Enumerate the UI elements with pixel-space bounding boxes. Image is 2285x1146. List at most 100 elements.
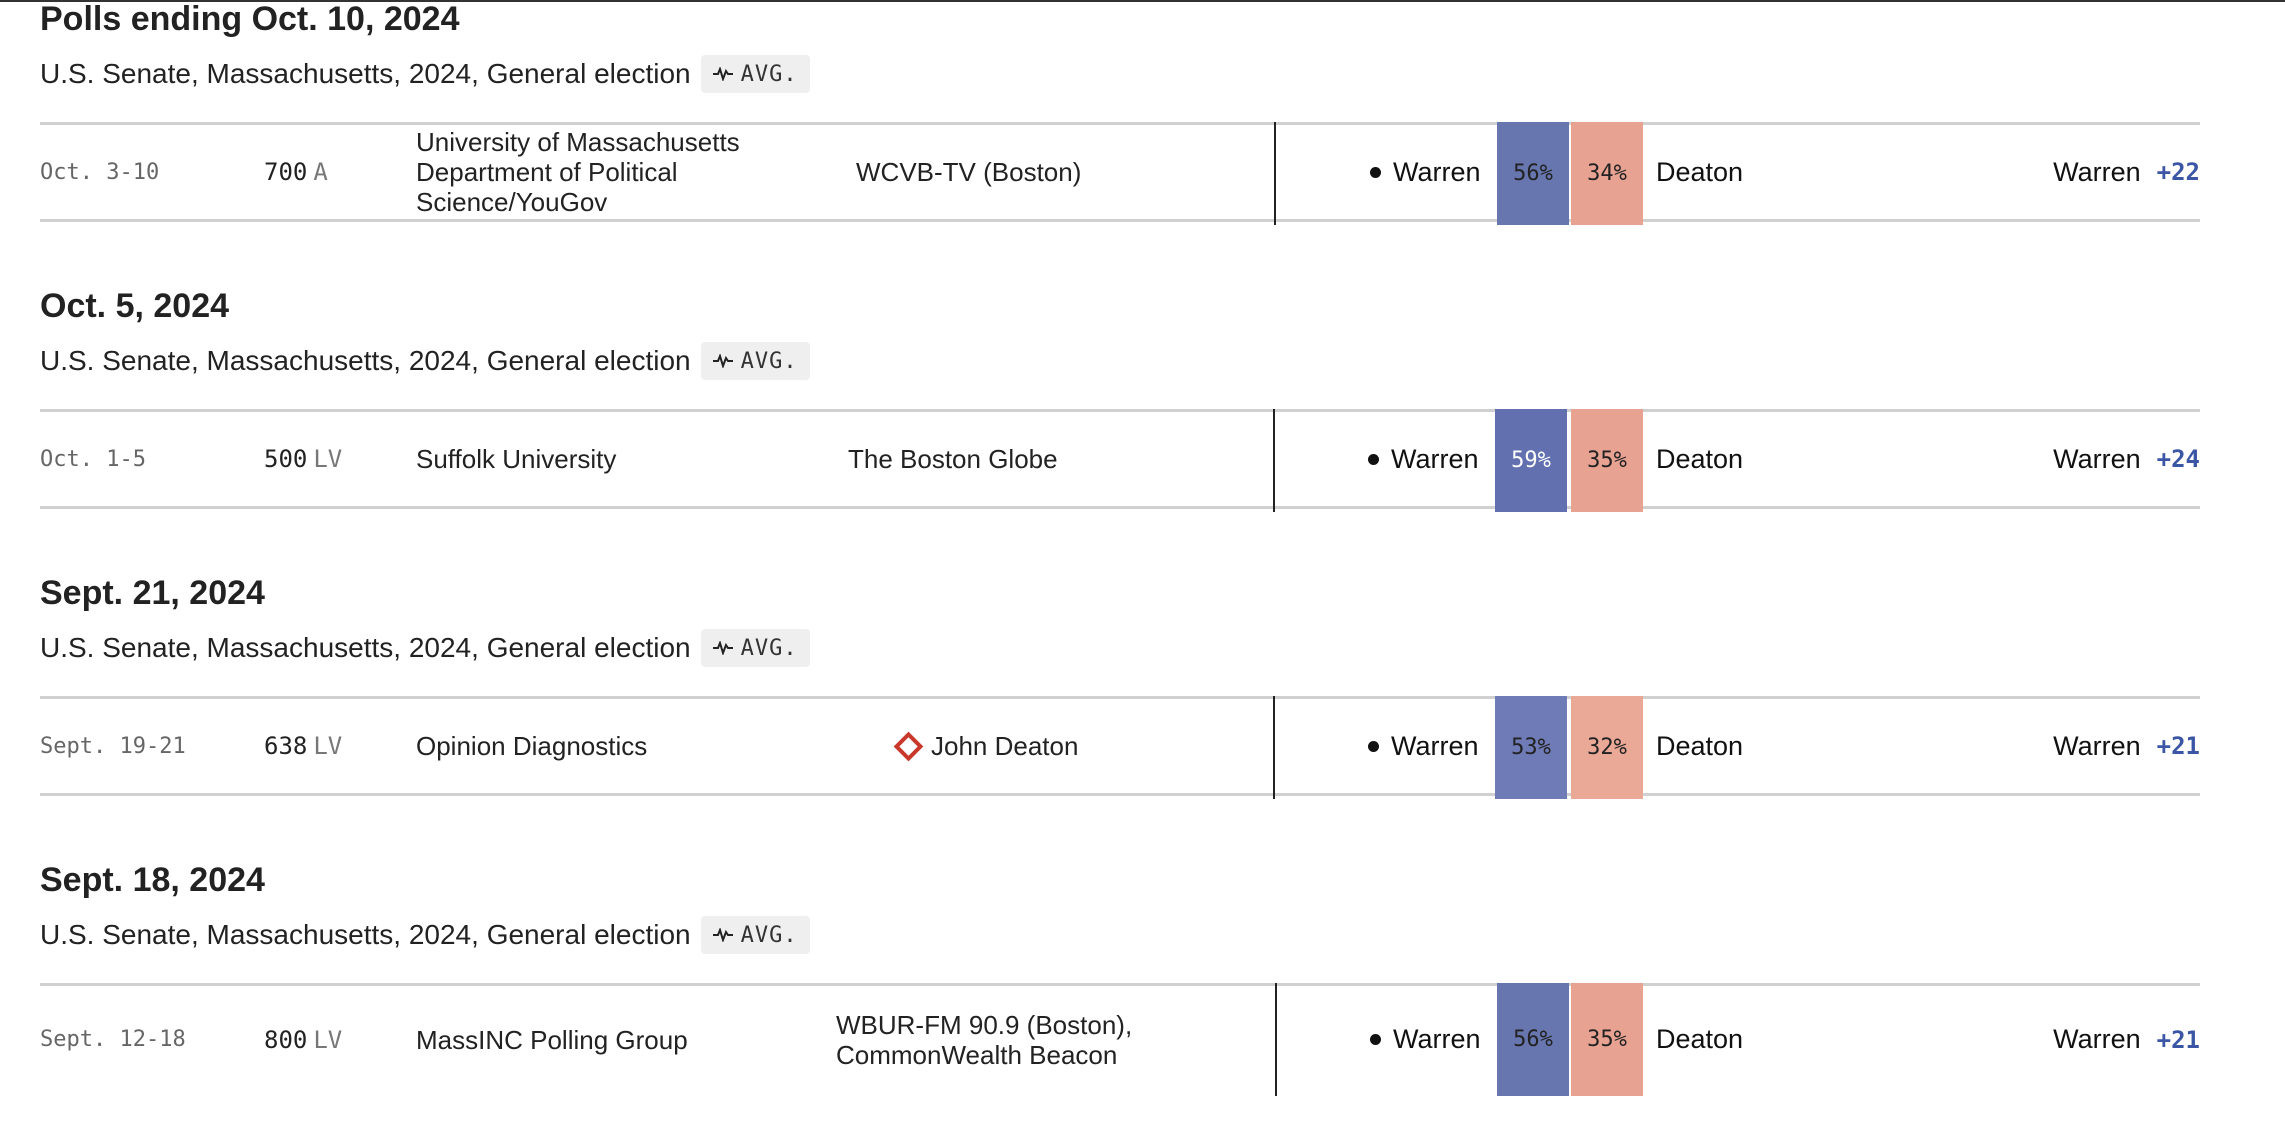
polls-list: Polls ending Oct. 10, 2024 U.S. Senate, …: [40, 0, 2200, 1146]
sponsor: The Boston Globe: [848, 412, 1208, 506]
dem-candidate: Warren: [1368, 699, 1479, 793]
poll-group: Sept. 18, 2024 U.S. Senate, Massachusett…: [40, 859, 2200, 1146]
race-line: U.S. Senate, Massachusetts, 2024, Genera…: [40, 913, 2200, 957]
sponsor: John Deaton: [892, 699, 1252, 793]
race-label[interactable]: U.S. Senate, Massachusetts, 2024, Genera…: [40, 632, 691, 664]
sample-size: 700: [264, 158, 308, 186]
poll-sample: 500 LV: [264, 412, 342, 506]
sponsor: WBUR-FM 90.9 (Boston), CommonWealth Beac…: [836, 986, 1196, 1093]
net-leader: Warren: [2053, 1024, 2141, 1054]
avg-badge[interactable]: AVG.: [700, 916, 810, 954]
net-result: Warren +21: [2053, 986, 2200, 1093]
sample-size: 638: [264, 732, 308, 760]
rep-pct-bar: 35%: [1571, 983, 1643, 1096]
poll-sample: 638 LV: [264, 699, 342, 793]
net-margin: +21: [2156, 732, 2200, 760]
dem-candidate: Warren: [1368, 412, 1479, 506]
avg-badge-label: AVG.: [740, 61, 798, 87]
poll-group: Oct. 5, 2024 U.S. Senate, Massachusetts,…: [40, 285, 2200, 572]
sponsor-name: The Boston Globe: [848, 444, 1058, 474]
sponsor-name: John Deaton: [931, 731, 1079, 761]
group-date-heading: Oct. 5, 2024: [40, 287, 230, 325]
race-label[interactable]: U.S. Senate, Massachusetts, 2024, Genera…: [40, 345, 691, 377]
pollster[interactable]: University of Massachusetts Department o…: [416, 125, 816, 219]
group-date-heading: Polls ending Oct. 10, 2024: [40, 0, 460, 38]
column-divider: [1273, 409, 1275, 512]
pollster[interactable]: MassINC Polling Group: [416, 986, 816, 1093]
pulse-icon: [712, 67, 733, 81]
net-leader: Warren: [2053, 730, 2141, 761]
dem-pct-bar: 59%: [1495, 409, 1567, 512]
net-result: Warren +21: [2053, 699, 2200, 793]
column-divider: [1273, 696, 1275, 799]
net-leader: Warren: [2053, 443, 2141, 474]
poll-row[interactable]: Oct. 1-5 500 LV Suffolk University The Bo…: [40, 409, 2200, 512]
dem-pct-bar: 53%: [1495, 696, 1567, 799]
column-divider: [1274, 122, 1276, 225]
dem-pct-bar: 56%: [1497, 983, 1569, 1096]
dem-name: Warren: [1391, 730, 1479, 761]
net-margin: +24: [2156, 445, 2200, 473]
rep-pct-bar: 34%: [1571, 122, 1643, 225]
net-leader: Warren: [2053, 156, 2141, 187]
poll-row[interactable]: Sept. 19-21 638 LV Opinion Diagnostics Jo…: [40, 696, 2200, 799]
avg-badge[interactable]: AVG.: [700, 342, 810, 380]
race-label[interactable]: U.S. Senate, Massachusetts, 2024, Genera…: [40, 919, 691, 951]
dem-candidate: Warren: [1370, 125, 1481, 219]
race-label[interactable]: U.S. Senate, Massachusetts, 2024, Genera…: [40, 58, 691, 90]
pulse-icon: [712, 354, 733, 368]
dem-pct-bar: 56%: [1497, 122, 1569, 225]
avg-badge-label: AVG.: [740, 348, 798, 374]
dem-name: Warren: [1391, 443, 1479, 474]
pulse-icon: [712, 641, 733, 655]
net-result: Warren +24: [2053, 412, 2200, 506]
poll-sample: 800 LV: [264, 986, 342, 1093]
dem-name: Warren: [1393, 156, 1481, 187]
poll-row[interactable]: Oct. 3-10 700 A University of Massachuset…: [40, 122, 2200, 225]
race-line: U.S. Senate, Massachusetts, 2024, Genera…: [40, 339, 2200, 383]
incumbent-dot-icon: [1368, 453, 1379, 465]
pollster[interactable]: Opinion Diagnostics: [416, 699, 816, 793]
net-margin: +22: [2156, 158, 2200, 186]
pulse-icon: [712, 928, 733, 942]
poll-sample: 700 A: [264, 125, 328, 219]
avg-badge-label: AVG.: [740, 922, 798, 948]
rep-name: Deaton: [1656, 730, 1744, 761]
avg-badge[interactable]: AVG.: [700, 55, 810, 93]
sponsor-name: WBUR-FM 90.9 (Boston), CommonWealth Beac…: [836, 1009, 1133, 1070]
poll-dates: Sept. 12-18: [40, 1027, 186, 1052]
poll-dates: Oct. 1-5: [40, 446, 146, 472]
dem-candidate: Warren: [1370, 986, 1481, 1093]
poll-dates: Oct. 3-10: [40, 159, 160, 185]
incumbent-dot-icon: [1368, 740, 1379, 752]
poll-group: Polls ending Oct. 10, 2024 U.S. Senate, …: [40, 0, 2200, 285]
net-margin: +21: [2156, 1025, 2200, 1054]
poll-row[interactable]: Sept. 12-18 800 LV MassINC Polling Group …: [40, 983, 2200, 1096]
avg-badge[interactable]: AVG.: [700, 629, 810, 667]
dem-name: Warren: [1393, 1024, 1481, 1054]
rep-pct-bar: 32%: [1571, 696, 1643, 799]
rep-name: Deaton: [1656, 443, 1744, 474]
poll-group: Sept. 21, 2024 U.S. Senate, Massachusett…: [40, 572, 2200, 859]
sponsor-name: WCVB-TV (Boston): [856, 157, 1082, 187]
sample-size: 800: [264, 1025, 308, 1054]
column-divider: [1275, 983, 1277, 1096]
sponsor: WCVB-TV (Boston): [856, 125, 1216, 219]
rep-name: Deaton: [1656, 156, 1744, 187]
avg-badge-label: AVG.: [740, 635, 798, 661]
population[interactable]: A: [313, 158, 327, 186]
incumbent-dot-icon: [1370, 1034, 1381, 1045]
pollster[interactable]: Suffolk University: [416, 412, 816, 506]
rep-pct-bar: 35%: [1571, 409, 1643, 512]
candidate-sponsor-diamond-icon: [893, 731, 924, 761]
sample-size: 500: [264, 445, 308, 473]
race-line: U.S. Senate, Massachusetts, 2024, Genera…: [40, 626, 2200, 670]
poll-dates: Sept. 19-21: [40, 733, 186, 759]
population[interactable]: LV: [313, 1026, 342, 1054]
group-date-heading: Sept. 18, 2024: [40, 861, 265, 899]
incumbent-dot-icon: [1370, 166, 1381, 178]
population[interactable]: LV: [313, 732, 342, 760]
race-line: U.S. Senate, Massachusetts, 2024, Genera…: [40, 52, 2200, 96]
population[interactable]: LV: [313, 445, 342, 473]
group-date-heading: Sept. 21, 2024: [40, 574, 265, 612]
